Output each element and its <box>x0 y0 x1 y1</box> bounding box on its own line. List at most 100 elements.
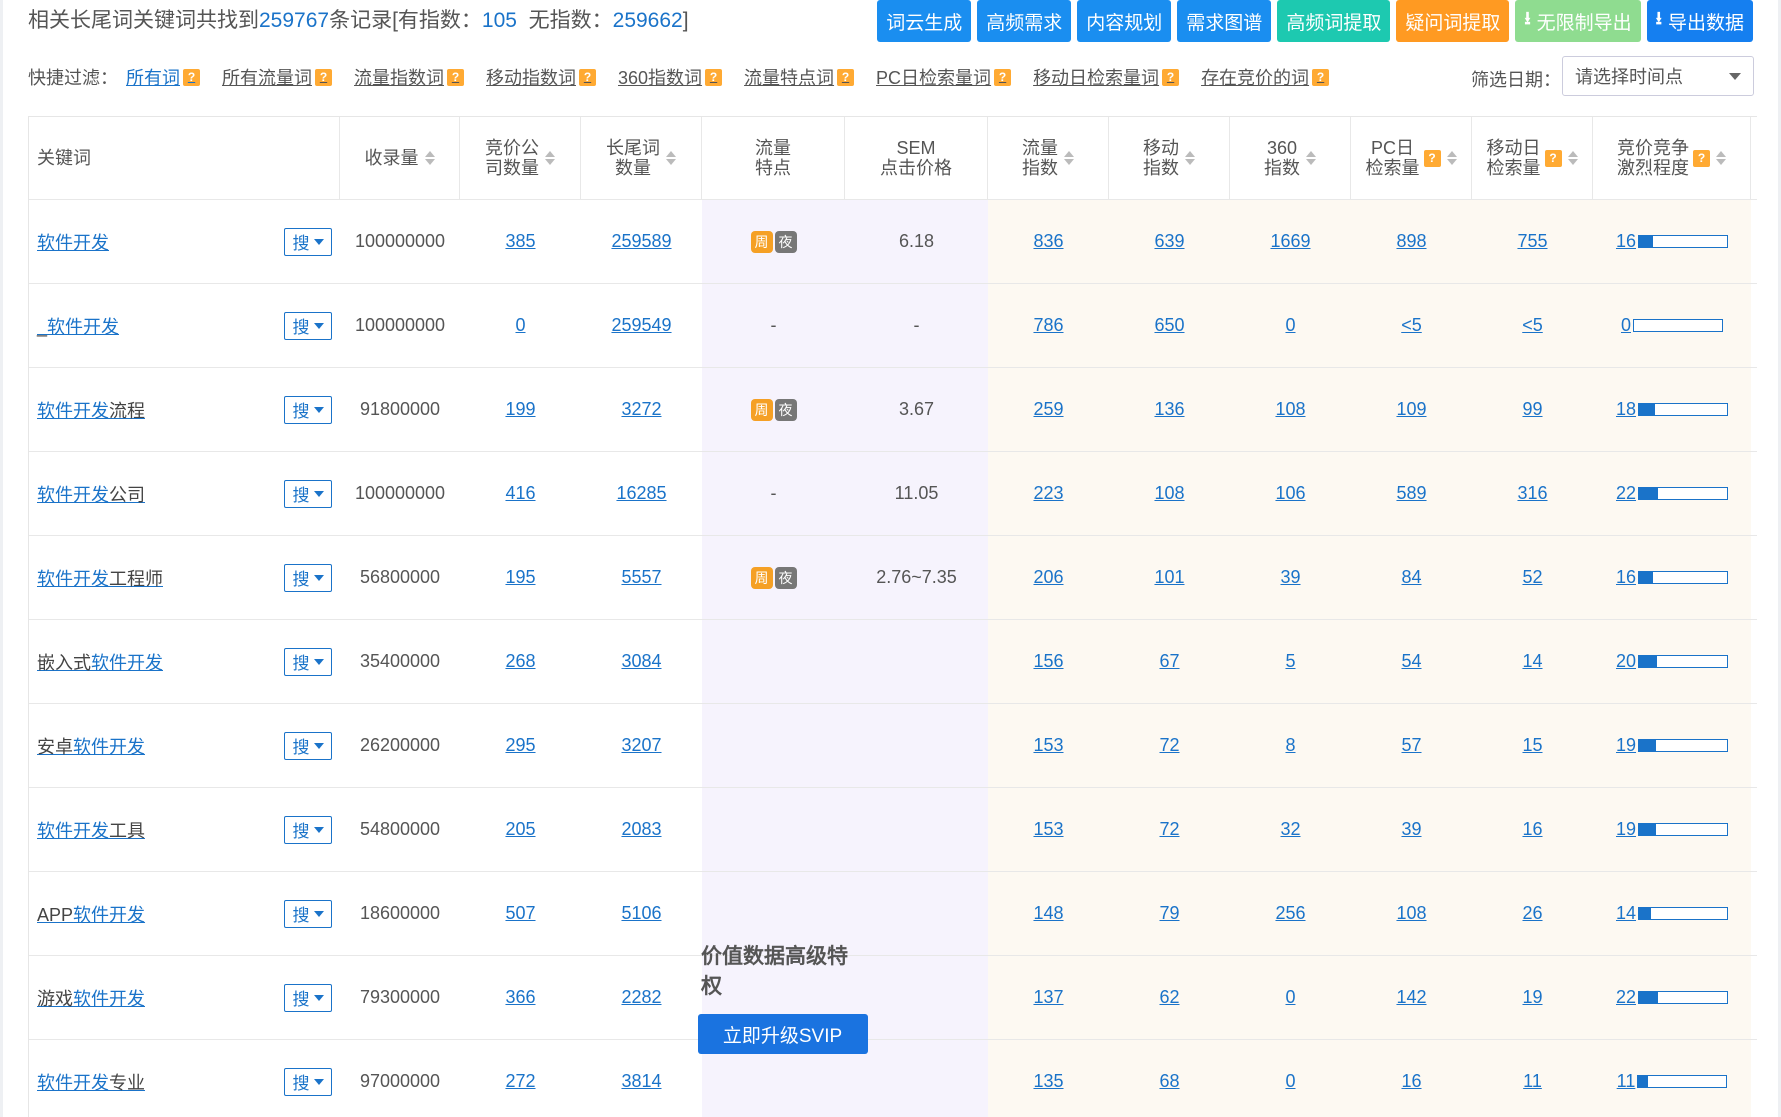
competition-link[interactable]: 19 <box>1616 735 1636 756</box>
traffic-index-cell-link[interactable]: 836 <box>1033 231 1063 252</box>
traffic-index-cell-link[interactable]: 135 <box>1033 1071 1063 1092</box>
help-icon[interactable]: ? <box>1312 68 1330 86</box>
pc-daily-cell-link[interactable]: 109 <box>1396 399 1426 420</box>
competition-link[interactable]: 20 <box>1616 651 1636 672</box>
action-button-7[interactable]: ⭳ 导出数据 <box>1646 0 1753 42</box>
search-dropdown-button[interactable]: 搜 <box>284 227 332 256</box>
longtail-count-cell-link[interactable]: 259589 <box>611 231 671 252</box>
keyword-link[interactable]: 软件开发工程师 <box>37 565 163 591</box>
mobile-index-cell-link[interactable]: 72 <box>1159 735 1179 756</box>
quick-filter-item[interactable]: 存在竞价的词? <box>1201 64 1330 90</box>
longtail-count-cell-link[interactable]: 2083 <box>621 819 661 840</box>
action-button-4[interactable]: 高频词提取 <box>1277 0 1391 42</box>
longtail-count-cell-link[interactable]: 5106 <box>621 903 661 924</box>
action-button-0[interactable]: 词云生成 <box>877 0 972 42</box>
bid-companies-cell-link[interactable]: 195 <box>505 567 535 588</box>
pc-daily-cell-link[interactable]: 39 <box>1401 819 1421 840</box>
action-button-2[interactable]: 内容规划 <box>1077 0 1172 42</box>
header-mobile-daily[interactable]: 移动日 检索量? <box>1472 117 1593 199</box>
keyword-link[interactable]: 软件开发工具 <box>37 817 145 843</box>
pc-daily-cell-link[interactable]: <5 <box>1401 315 1422 336</box>
index360-cell-link[interactable]: 1669 <box>1270 231 1310 252</box>
traffic-index-cell-link[interactable]: 137 <box>1033 987 1063 1008</box>
header-competition[interactable]: 竞价竞争 激烈程度? <box>1593 117 1751 199</box>
mobile-daily-cell-link[interactable]: 19 <box>1522 987 1542 1008</box>
quick-filter-item[interactable]: 移动日检索量词? <box>1033 64 1180 90</box>
sort-icon[interactable] <box>1716 151 1726 165</box>
longtail-count-cell-link[interactable]: 16285 <box>616 483 666 504</box>
pc-daily-cell-link[interactable]: 16 <box>1401 1071 1421 1092</box>
header-shoulu[interactable]: 收录量 <box>340 117 460 199</box>
pc-daily-cell-link[interactable]: 589 <box>1396 483 1426 504</box>
traffic-index-cell-link[interactable]: 153 <box>1033 819 1063 840</box>
sort-icon[interactable] <box>1306 151 1316 165</box>
longtail-count-cell-link[interactable]: 3207 <box>621 735 661 756</box>
upgrade-svip-button[interactable]: 立即升级SVIP <box>697 1014 868 1054</box>
competition-link[interactable]: 16 <box>1616 231 1636 252</box>
longtail-count-cell-link[interactable]: 5557 <box>621 567 661 588</box>
mobile-daily-cell-link[interactable]: 52 <box>1522 567 1542 588</box>
mobile-daily-cell-link[interactable]: 755 <box>1517 231 1547 252</box>
header-traffic-index[interactable]: 流量 指数 <box>988 117 1109 199</box>
sort-icon[interactable] <box>1567 151 1578 165</box>
help-icon[interactable]: ? <box>1162 68 1180 86</box>
index360-cell-link[interactable]: 108 <box>1275 399 1305 420</box>
index360-cell-link[interactable]: 39 <box>1280 567 1300 588</box>
help-icon[interactable]: ? <box>1423 149 1441 167</box>
action-button-1[interactable]: 高频需求 <box>977 0 1072 42</box>
competition-link[interactable]: 14 <box>1616 903 1636 924</box>
mobile-daily-cell-link[interactable]: 11 <box>1523 1071 1542 1092</box>
longtail-count-cell-link[interactable]: 3084 <box>621 651 661 672</box>
bid-companies-cell-link[interactable]: 507 <box>505 903 535 924</box>
header-pc-daily[interactable]: PC日 检索量? <box>1351 117 1472 199</box>
search-dropdown-button[interactable]: 搜 <box>284 731 332 760</box>
keyword-link[interactable]: 软件开发专业 <box>37 1069 145 1095</box>
search-dropdown-button[interactable]: 搜 <box>284 815 332 844</box>
pc-daily-cell-link[interactable]: 142 <box>1396 987 1426 1008</box>
search-dropdown-button[interactable]: 搜 <box>284 899 332 928</box>
quick-filter-item[interactable]: 360指数词? <box>618 64 723 90</box>
competition-link[interactable]: 11 <box>1617 1071 1636 1092</box>
search-dropdown-button[interactable]: 搜 <box>284 983 332 1012</box>
traffic-index-cell-link[interactable]: 223 <box>1033 483 1063 504</box>
sort-icon[interactable] <box>1064 151 1074 165</box>
longtail-count-cell-link[interactable]: 3272 <box>621 399 661 420</box>
search-dropdown-button[interactable]: 搜 <box>284 1067 332 1096</box>
help-icon[interactable]: ? <box>1544 149 1562 167</box>
mobile-daily-cell-link[interactable]: 14 <box>1522 651 1542 672</box>
header-bid-companies[interactable]: 竞价公 司数量 <box>460 117 581 199</box>
bid-companies-cell-link[interactable]: 295 <box>505 735 535 756</box>
sort-icon[interactable] <box>666 151 676 165</box>
action-button-5[interactable]: 疑问词提取 <box>1396 0 1510 42</box>
action-button-6[interactable]: ⭳ 无限制导出 <box>1515 0 1641 42</box>
bid-companies-cell-link[interactable]: 268 <box>505 651 535 672</box>
date-select[interactable]: 请选择时间点 <box>1562 56 1754 96</box>
help-icon[interactable]: ? <box>705 68 723 86</box>
mobile-index-cell-link[interactable]: 67 <box>1159 651 1179 672</box>
keyword-link[interactable]: 嵌入式软件开发 <box>37 649 163 675</box>
competition-link[interactable]: 19 <box>1616 819 1636 840</box>
mobile-daily-cell-link[interactable]: 316 <box>1517 483 1547 504</box>
search-dropdown-button[interactable]: 搜 <box>284 311 332 340</box>
pc-daily-cell-link[interactable]: 57 <box>1401 735 1421 756</box>
mobile-daily-cell-link[interactable]: 99 <box>1522 399 1542 420</box>
mobile-index-cell-link[interactable]: 639 <box>1154 231 1184 252</box>
index360-cell-link[interactable]: 0 <box>1285 315 1295 336</box>
quick-filter-item[interactable]: 所有流量词? <box>222 64 332 90</box>
action-button-3[interactable]: 需求图谱 <box>1177 0 1272 42</box>
traffic-index-cell-link[interactable]: 206 <box>1033 567 1063 588</box>
index360-cell-link[interactable]: 256 <box>1275 903 1305 924</box>
search-dropdown-button[interactable]: 搜 <box>284 647 332 676</box>
keyword-link[interactable]: 软件开发流程 <box>37 397 145 423</box>
traffic-index-cell-link[interactable]: 259 <box>1033 399 1063 420</box>
competition-link[interactable]: 22 <box>1616 483 1636 504</box>
quick-filter-item[interactable]: 所有词? <box>126 64 200 90</box>
help-icon[interactable]: ? <box>837 68 855 86</box>
longtail-count-cell-link[interactable]: 3814 <box>621 1071 661 1092</box>
index360-cell-link[interactable]: 5 <box>1285 651 1295 672</box>
mobile-index-cell-link[interactable]: 650 <box>1154 315 1184 336</box>
help-icon[interactable]: ? <box>994 68 1012 86</box>
sort-icon[interactable] <box>1446 151 1457 165</box>
header-longtail[interactable]: 长尾词 数量 <box>581 117 702 199</box>
mobile-daily-cell-link[interactable]: 26 <box>1522 903 1542 924</box>
